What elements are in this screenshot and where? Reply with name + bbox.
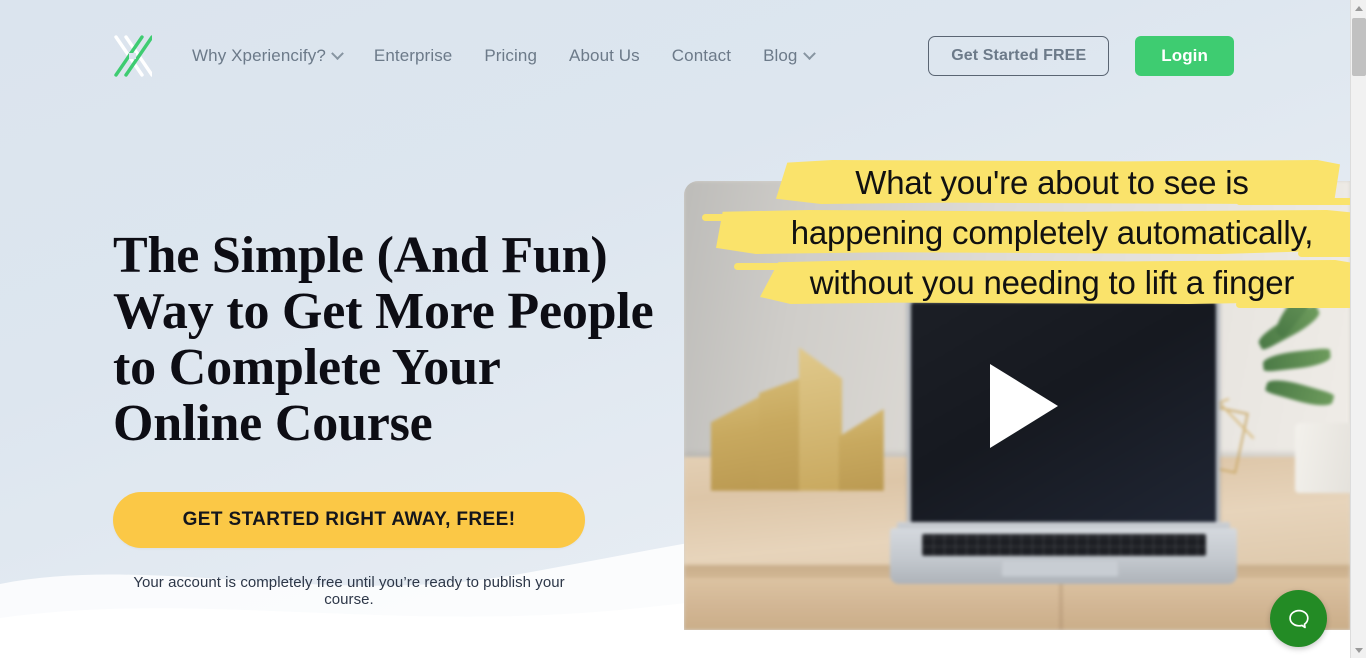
headline-line-1: The Simple (And Fun) [113, 227, 608, 284]
login-button[interactable]: Login [1135, 36, 1234, 76]
nav-label: Enterprise [373, 46, 453, 65]
headline-line-4: Online Course [113, 395, 433, 452]
scene-file-4 [838, 408, 884, 491]
headline-line-2: Way to Get More People [113, 283, 654, 340]
nav-item-blog[interactable]: Blog [747, 40, 829, 72]
scene-plant [1253, 274, 1350, 435]
scene-laptop-base [890, 528, 1237, 584]
scrollbar-thumb[interactable] [1352, 18, 1366, 76]
site-header: Why Xperiencify? Enterprise Pricing Abou… [0, 0, 1350, 112]
xperiencify-x-logo-icon[interactable] [112, 34, 152, 78]
help-chat-button[interactable] [1270, 590, 1327, 647]
scene-plant-pot [1294, 423, 1350, 494]
scene-laptop-trackpad [1001, 559, 1119, 578]
get-started-cta-button[interactable]: GET STARTED RIGHT AWAY, FREE! [113, 492, 585, 548]
nav-label: Why Xperiencify? [192, 46, 326, 65]
scene-laptop-keyboard [921, 533, 1206, 556]
nav-label: About Us [569, 46, 640, 65]
hero-subnote: Your account is completely free until yo… [133, 574, 565, 608]
nav-item-pricing[interactable]: Pricing [468, 40, 553, 72]
nav-label: Contact [671, 46, 732, 65]
scroll-up-arrow-icon[interactable] [1351, 0, 1366, 16]
page-title: The Simple (And Fun) Way to Get More Peo… [113, 228, 673, 452]
hero-left-column: The Simple (And Fun) Way to Get More Peo… [113, 228, 673, 608]
nav-item-contact[interactable]: Contact [656, 40, 747, 72]
scene-magazine-files [710, 347, 884, 491]
main-navigation: Why Xperiencify? Enterprise Pricing Abou… [192, 40, 928, 72]
nav-item-why-xperiencify[interactable]: Why Xperiencify? [192, 40, 358, 72]
scene-file-2 [759, 377, 803, 491]
hero-video-player[interactable] [684, 181, 1350, 630]
scene-leaf [1262, 347, 1332, 372]
scene-file-1 [710, 395, 761, 491]
scene-leaf [1264, 375, 1336, 411]
video-play-button[interactable] [967, 356, 1067, 456]
nav-label: Blog [763, 46, 798, 65]
page-root: Why Xperiencify? Enterprise Pricing Abou… [0, 0, 1366, 658]
nav-item-enterprise[interactable]: Enterprise [358, 40, 468, 72]
highlighter-wisp [808, 162, 918, 169]
scroll-down-arrow-icon[interactable] [1351, 642, 1366, 658]
nav-item-about-us[interactable]: About Us [553, 40, 656, 72]
scene-file-3 [798, 347, 843, 491]
chat-bubble-icon [1288, 609, 1309, 628]
page-scrollbar[interactable] [1350, 0, 1366, 658]
chevron-down-icon [331, 46, 344, 60]
play-triangle-icon [990, 363, 1058, 448]
headline-line-3: to Complete Your [113, 339, 501, 396]
nav-label: Pricing [484, 46, 538, 65]
nav-list: Why Xperiencify? Enterprise Pricing Abou… [192, 40, 928, 72]
header-actions: Get Started FREE Login [928, 36, 1234, 76]
get-started-free-button[interactable]: Get Started FREE [928, 36, 1110, 76]
chevron-down-icon [802, 46, 816, 60]
